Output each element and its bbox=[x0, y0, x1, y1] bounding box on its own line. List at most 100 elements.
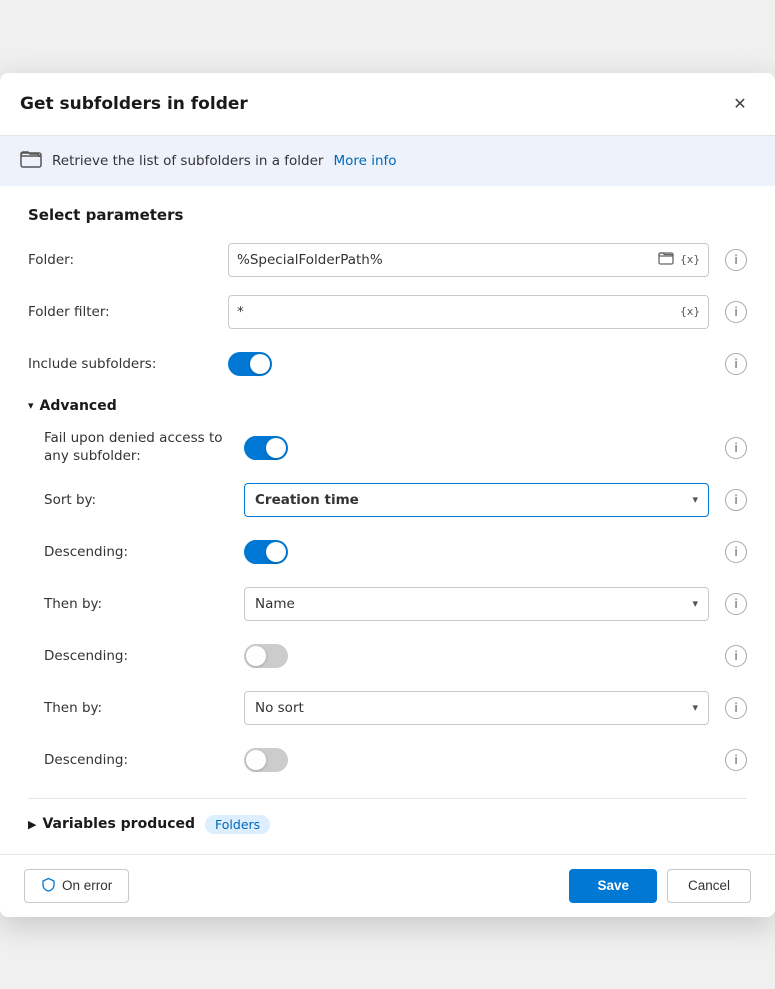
descending1-thumb bbox=[266, 542, 286, 562]
include-subfolders-thumb bbox=[250, 354, 270, 374]
close-icon: ✕ bbox=[733, 94, 746, 114]
include-subfolders-track[interactable] bbox=[228, 352, 272, 376]
then-by2-row: Then by: No sort ▾ i bbox=[44, 690, 747, 726]
descending3-control: i bbox=[244, 748, 747, 772]
folder-filter-value: * bbox=[237, 304, 244, 320]
descending1-label: Descending: bbox=[44, 544, 244, 560]
then-by1-chevron-icon: ▾ bbox=[692, 597, 698, 610]
footer-right: Save Cancel bbox=[569, 869, 751, 903]
fail-denied-label: Fail upon denied access to any subfolder… bbox=[44, 430, 244, 465]
fail-denied-toggle[interactable] bbox=[244, 436, 288, 460]
descending3-track[interactable] bbox=[244, 748, 288, 772]
variables-produced-label: Variables produced bbox=[42, 816, 195, 832]
descending1-row: Descending: i bbox=[44, 534, 747, 570]
include-subfolders-info-icon[interactable]: i bbox=[725, 353, 747, 375]
dialog-header: Get subfolders in folder ✕ bbox=[0, 73, 775, 136]
fail-denied-thumb bbox=[266, 438, 286, 458]
folder-label: Folder: bbox=[28, 252, 228, 268]
then-by2-label: Then by: bbox=[44, 700, 244, 716]
variables-produced-row: ▶ Variables produced Folders bbox=[28, 798, 747, 834]
sort-by-label: Sort by: bbox=[44, 492, 244, 508]
then-by1-info-icon[interactable]: i bbox=[725, 593, 747, 615]
then-by1-row: Then by: Name ▾ i bbox=[44, 586, 747, 622]
descending2-control: i bbox=[244, 644, 747, 668]
folder-filter-input[interactable]: * {x} bbox=[228, 295, 709, 329]
fail-denied-row: Fail upon denied access to any subfolder… bbox=[44, 430, 747, 466]
then-by2-control: No sort ▾ i bbox=[244, 691, 747, 725]
on-error-label: On error bbox=[62, 878, 112, 893]
variables-badge: Folders bbox=[205, 815, 270, 834]
include-subfolders-label: Include subfolders: bbox=[28, 356, 228, 372]
descending1-info-icon[interactable]: i bbox=[725, 541, 747, 563]
descending3-info-icon[interactable]: i bbox=[725, 749, 747, 771]
folder-row: Folder: %SpecialFolderPath% {x} bbox=[28, 242, 747, 278]
include-subfolders-toggle[interactable] bbox=[228, 352, 272, 376]
folder-variable-icon[interactable]: {x} bbox=[680, 253, 700, 266]
folder-input[interactable]: %SpecialFolderPath% {x} bbox=[228, 243, 709, 277]
then-by2-info-icon[interactable]: i bbox=[725, 697, 747, 719]
folder-filter-row: Folder filter: * {x} i bbox=[28, 294, 747, 330]
info-banner: Retrieve the list of subfolders in a fol… bbox=[0, 136, 775, 186]
folder-control: %SpecialFolderPath% {x} i bbox=[228, 243, 747, 277]
include-subfolders-control: i bbox=[228, 352, 747, 376]
descending2-info-icon[interactable]: i bbox=[725, 645, 747, 667]
folder-filter-label: Folder filter: bbox=[28, 304, 228, 320]
banner-text: Retrieve the list of subfolders in a fol… bbox=[52, 153, 323, 169]
then-by2-dropdown[interactable]: No sort ▾ bbox=[244, 691, 709, 725]
then-by2-value: No sort bbox=[255, 700, 304, 716]
descending2-thumb bbox=[246, 646, 266, 666]
advanced-content: Fail upon denied access to any subfolder… bbox=[28, 430, 747, 778]
advanced-label: Advanced bbox=[40, 398, 117, 414]
then-by1-dropdown[interactable]: Name ▾ bbox=[244, 587, 709, 621]
cancel-button[interactable]: Cancel bbox=[667, 869, 751, 903]
folder-filter-control: * {x} i bbox=[228, 295, 747, 329]
descending1-control: i bbox=[244, 540, 747, 564]
folder-browse-icon[interactable] bbox=[658, 250, 674, 270]
sort-by-control: Creation time ▾ i bbox=[244, 483, 747, 517]
sort-by-row: Sort by: Creation time ▾ i bbox=[44, 482, 747, 518]
then-by1-control: Name ▾ i bbox=[244, 587, 747, 621]
sort-by-chevron-icon: ▾ bbox=[692, 493, 698, 506]
advanced-chevron-icon: ▾ bbox=[28, 399, 34, 412]
then-by1-value: Name bbox=[255, 596, 295, 612]
folder-input-value: %SpecialFolderPath% bbox=[237, 252, 383, 268]
variables-chevron-icon: ▶ bbox=[28, 818, 36, 831]
dialog-body: Select parameters Folder: %SpecialFolder… bbox=[0, 186, 775, 854]
sort-by-dropdown[interactable]: Creation time ▾ bbox=[244, 483, 709, 517]
save-button[interactable]: Save bbox=[569, 869, 657, 903]
advanced-section-toggle[interactable]: ▾ Advanced bbox=[28, 398, 747, 414]
fail-denied-info-icon[interactable]: i bbox=[725, 437, 747, 459]
then-by2-chevron-icon: ▾ bbox=[692, 701, 698, 714]
section-title: Select parameters bbox=[28, 206, 747, 224]
then-by1-label: Then by: bbox=[44, 596, 244, 612]
close-button[interactable]: ✕ bbox=[725, 89, 755, 119]
filter-variable-icon[interactable]: {x} bbox=[680, 305, 700, 318]
shield-icon bbox=[41, 877, 56, 895]
more-info-link[interactable]: More info bbox=[333, 153, 396, 169]
folder-icon bbox=[20, 148, 42, 174]
folder-info-icon[interactable]: i bbox=[725, 249, 747, 271]
descending3-toggle[interactable] bbox=[244, 748, 288, 772]
descending3-label: Descending: bbox=[44, 752, 244, 768]
folder-input-icons: {x} bbox=[658, 250, 700, 270]
dialog-title: Get subfolders in folder bbox=[20, 94, 248, 114]
descending1-track[interactable] bbox=[244, 540, 288, 564]
descending1-toggle[interactable] bbox=[244, 540, 288, 564]
descending2-label: Descending: bbox=[44, 648, 244, 664]
sort-by-value: Creation time bbox=[255, 492, 359, 508]
fail-denied-track[interactable] bbox=[244, 436, 288, 460]
on-error-button[interactable]: On error bbox=[24, 869, 129, 903]
variables-produced-toggle[interactable]: ▶ Variables produced bbox=[28, 816, 195, 832]
include-subfolders-row: Include subfolders: i bbox=[28, 346, 747, 382]
descending2-track[interactable] bbox=[244, 644, 288, 668]
descending3-thumb bbox=[246, 750, 266, 770]
folder-filter-info-icon[interactable]: i bbox=[725, 301, 747, 323]
sort-by-info-icon[interactable]: i bbox=[725, 489, 747, 511]
descending3-row: Descending: i bbox=[44, 742, 747, 778]
fail-denied-control: i bbox=[244, 436, 747, 460]
descending2-toggle[interactable] bbox=[244, 644, 288, 668]
get-subfolders-dialog: Get subfolders in folder ✕ Retrieve the … bbox=[0, 73, 775, 917]
filter-input-icons: {x} bbox=[680, 305, 700, 318]
descending2-row: Descending: i bbox=[44, 638, 747, 674]
dialog-footer: On error Save Cancel bbox=[0, 854, 775, 917]
